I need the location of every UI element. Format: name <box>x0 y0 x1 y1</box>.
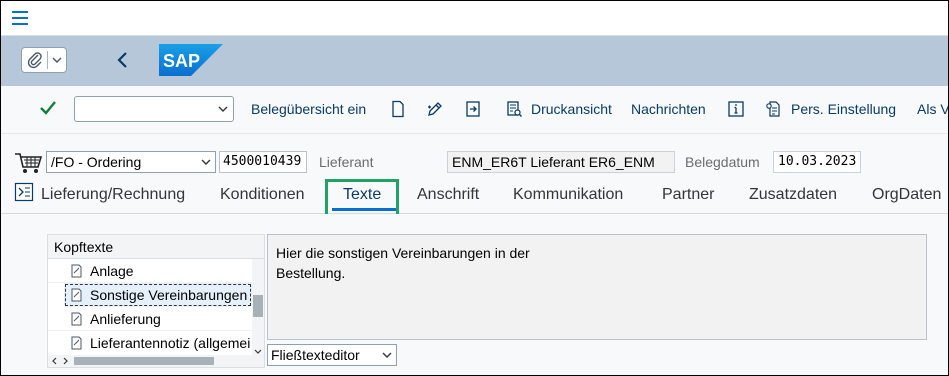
document-icon <box>71 336 82 350</box>
tree-item-label: Lieferantennotiz (allgemei <box>90 335 251 351</box>
order-type-value: /FO - Ordering <box>51 154 142 170</box>
sap-logo: SAP <box>159 44 223 76</box>
tab-conditions[interactable]: Konditionen <box>220 185 305 205</box>
text-types-tree: Kopftexte Anlage Sonstige Vereinbarungen… <box>47 234 265 368</box>
document-icon <box>71 312 82 326</box>
tree-horizontal-scrollbar[interactable] <box>48 355 264 367</box>
text-editor[interactable]: Hier die sonstigen Vereinbarungen in der… <box>267 234 927 340</box>
editor-mode-value: Fließtexteditor <box>271 347 360 363</box>
document-overview-button[interactable]: Belegübersicht ein <box>251 99 366 119</box>
tree-item-attachment[interactable]: Anlage <box>48 259 252 283</box>
back-arrow-icon[interactable] <box>113 48 133 72</box>
print-preview-button[interactable]: Druckansicht <box>531 99 612 119</box>
tree-item-label: Anlage <box>90 263 134 279</box>
more-button[interactable]: Als V <box>917 99 948 119</box>
tab-delivery-invoice[interactable]: Lieferung/Rechnung <box>41 185 185 205</box>
chevron-left-icon[interactable] <box>50 356 58 366</box>
text-line: Bestellung. <box>276 265 346 281</box>
personal-settings-button[interactable]: Pers. Einstellung <box>791 99 896 119</box>
editor-mode-select[interactable]: Fließtexteditor <box>267 344 397 366</box>
document-date-label: Belegdatum <box>685 154 760 170</box>
chevron-down-icon[interactable] <box>217 103 229 115</box>
tab-additional-data[interactable]: Zusatzdaten <box>749 185 837 205</box>
tab-communication[interactable]: Kommunikation <box>513 185 623 205</box>
chevron-down-icon[interactable] <box>200 156 212 168</box>
shell-header: SAP <box>1 36 948 86</box>
scrollbar-thumb[interactable] <box>253 295 263 317</box>
menu-bar <box>1 1 948 36</box>
tab-texts-highlight <box>325 179 399 217</box>
header-fields: /FO - Ordering 4500010439 Lieferant ENM_… <box>1 147 948 177</box>
texts-panel: Kopftexte Anlage Sonstige Vereinbarungen… <box>1 214 948 375</box>
tree-vertical-scrollbar[interactable] <box>252 259 264 357</box>
document-date-field[interactable]: 10.03.2023 <box>773 151 861 173</box>
tree-item-delivery[interactable]: Anlieferung <box>48 307 252 331</box>
attachment-button[interactable] <box>21 47 67 73</box>
sap-window: SAP Belegübersicht ein Druckansicht Nach… <box>0 0 949 376</box>
messages-button[interactable]: Nachrichten <box>631 99 706 119</box>
command-field[interactable] <box>74 96 234 122</box>
info-icon[interactable] <box>727 100 745 118</box>
export-icon[interactable] <box>464 100 482 118</box>
tree-item-label: Anlieferung <box>90 311 161 327</box>
personal-settings-icon[interactable] <box>765 100 783 118</box>
tab-list-icon[interactable] <box>14 182 34 202</box>
scrollbar-thumb[interactable] <box>74 357 214 365</box>
tab-strip: Lieferung/Rechnung Konditionen Texte Ans… <box>1 177 948 214</box>
po-number-field[interactable]: 4500010439 <box>219 151 307 173</box>
paperclip-icon <box>27 52 42 69</box>
chevron-right-icon[interactable] <box>62 356 70 366</box>
menu-icon[interactable] <box>12 11 28 25</box>
tree-item-vendor-note[interactable]: Lieferantennotiz (allgemei <box>48 331 252 357</box>
tab-org-data[interactable]: OrgDaten <box>872 185 941 205</box>
edit-pen-icon[interactable] <box>426 100 444 118</box>
vendor-field[interactable]: ENM_ER6T Lieferant ER6_ENM <box>447 151 675 173</box>
application-toolbar: Belegübersicht ein Druckansicht Nachrich… <box>1 87 948 134</box>
new-document-icon[interactable] <box>389 100 407 118</box>
tree-item-other-agreements[interactable]: Sonstige Vereinbarungen <box>64 283 252 307</box>
checkmark-icon[interactable] <box>39 99 57 117</box>
order-type-select[interactable]: /FO - Ordering <box>46 151 216 173</box>
document-icon <box>71 288 82 302</box>
attachment-divider <box>47 51 48 69</box>
chevron-down-icon[interactable] <box>381 349 393 361</box>
text-line: Hier die sonstigen Vereinbarungen in der <box>276 245 530 261</box>
vendor-label: Lieferant <box>319 154 374 170</box>
tab-address[interactable]: Anschrift <box>417 185 479 205</box>
document-icon <box>71 264 82 278</box>
svg-text:SAP: SAP <box>163 51 200 71</box>
chevron-down-icon[interactable] <box>51 53 63 67</box>
tab-partner[interactable]: Partner <box>662 185 714 205</box>
shopping-cart-icon <box>15 153 43 173</box>
tree-header: Kopftexte <box>48 235 264 259</box>
tree-item-label: Sonstige Vereinbarungen <box>90 287 248 303</box>
print-preview-icon[interactable] <box>505 100 523 118</box>
